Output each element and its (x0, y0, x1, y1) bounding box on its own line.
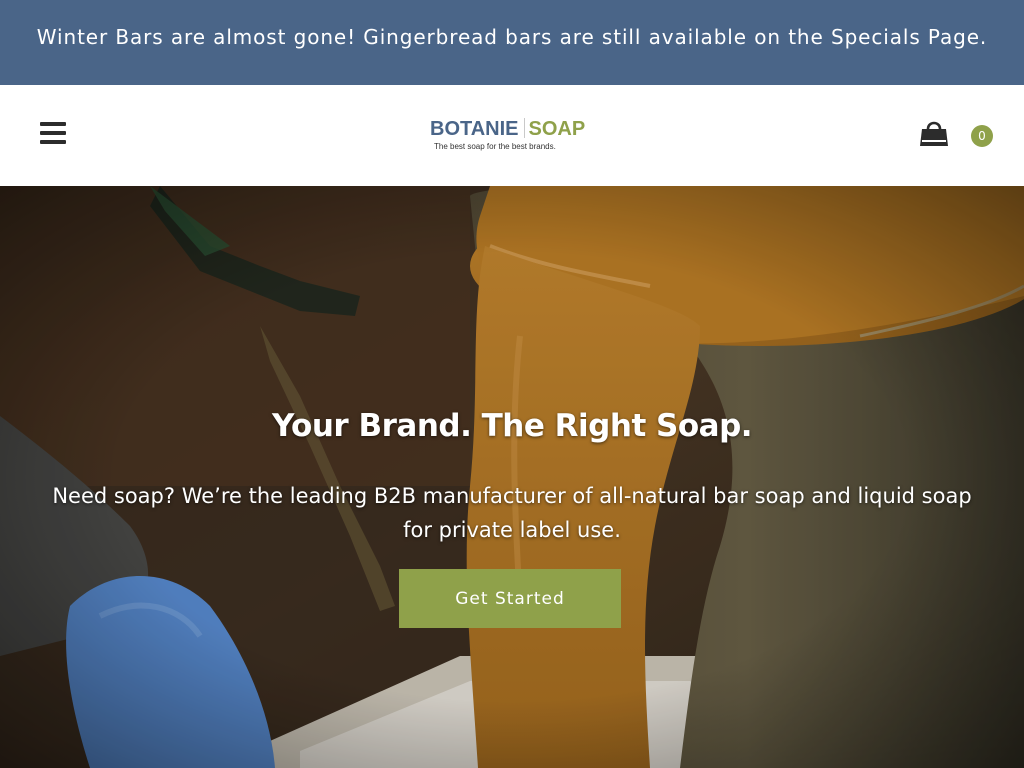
announcement-text[interactable]: Winter Bars are almost gone! Gingerbread… (37, 21, 987, 53)
get-started-button[interactable]: Get Started (399, 569, 621, 628)
logo-wordmark: BOTANIE SOAP (430, 118, 592, 140)
logo-secondary-text: SOAP (528, 118, 586, 140)
logo-divider (523, 118, 525, 138)
site-header: BOTANIE SOAP The best soap for the best b… (0, 85, 1024, 186)
shopping-bag-icon[interactable] (918, 117, 950, 149)
hero-content: Your Brand. The Right Soap. Need soap? W… (0, 186, 1024, 768)
hero-subtitle: Need soap? We’re the leading B2B manufac… (52, 484, 972, 542)
hamburger-menu-icon[interactable] (40, 122, 66, 144)
cart-count-badge[interactable]: 0 (971, 125, 993, 147)
announcement-bar: Winter Bars are almost gone! Gingerbread… (0, 0, 1024, 85)
logo-primary-text: BOTANIE (430, 118, 519, 140)
logo-tagline: The best soap for the best brands. (434, 142, 556, 151)
hero-section: Your Brand. The Right Soap. Need soap? W… (0, 186, 1024, 768)
site-logo[interactable]: BOTANIE SOAP The best soap for the best b… (430, 118, 592, 158)
hero-title: Your Brand. The Right Soap. (271, 408, 753, 444)
